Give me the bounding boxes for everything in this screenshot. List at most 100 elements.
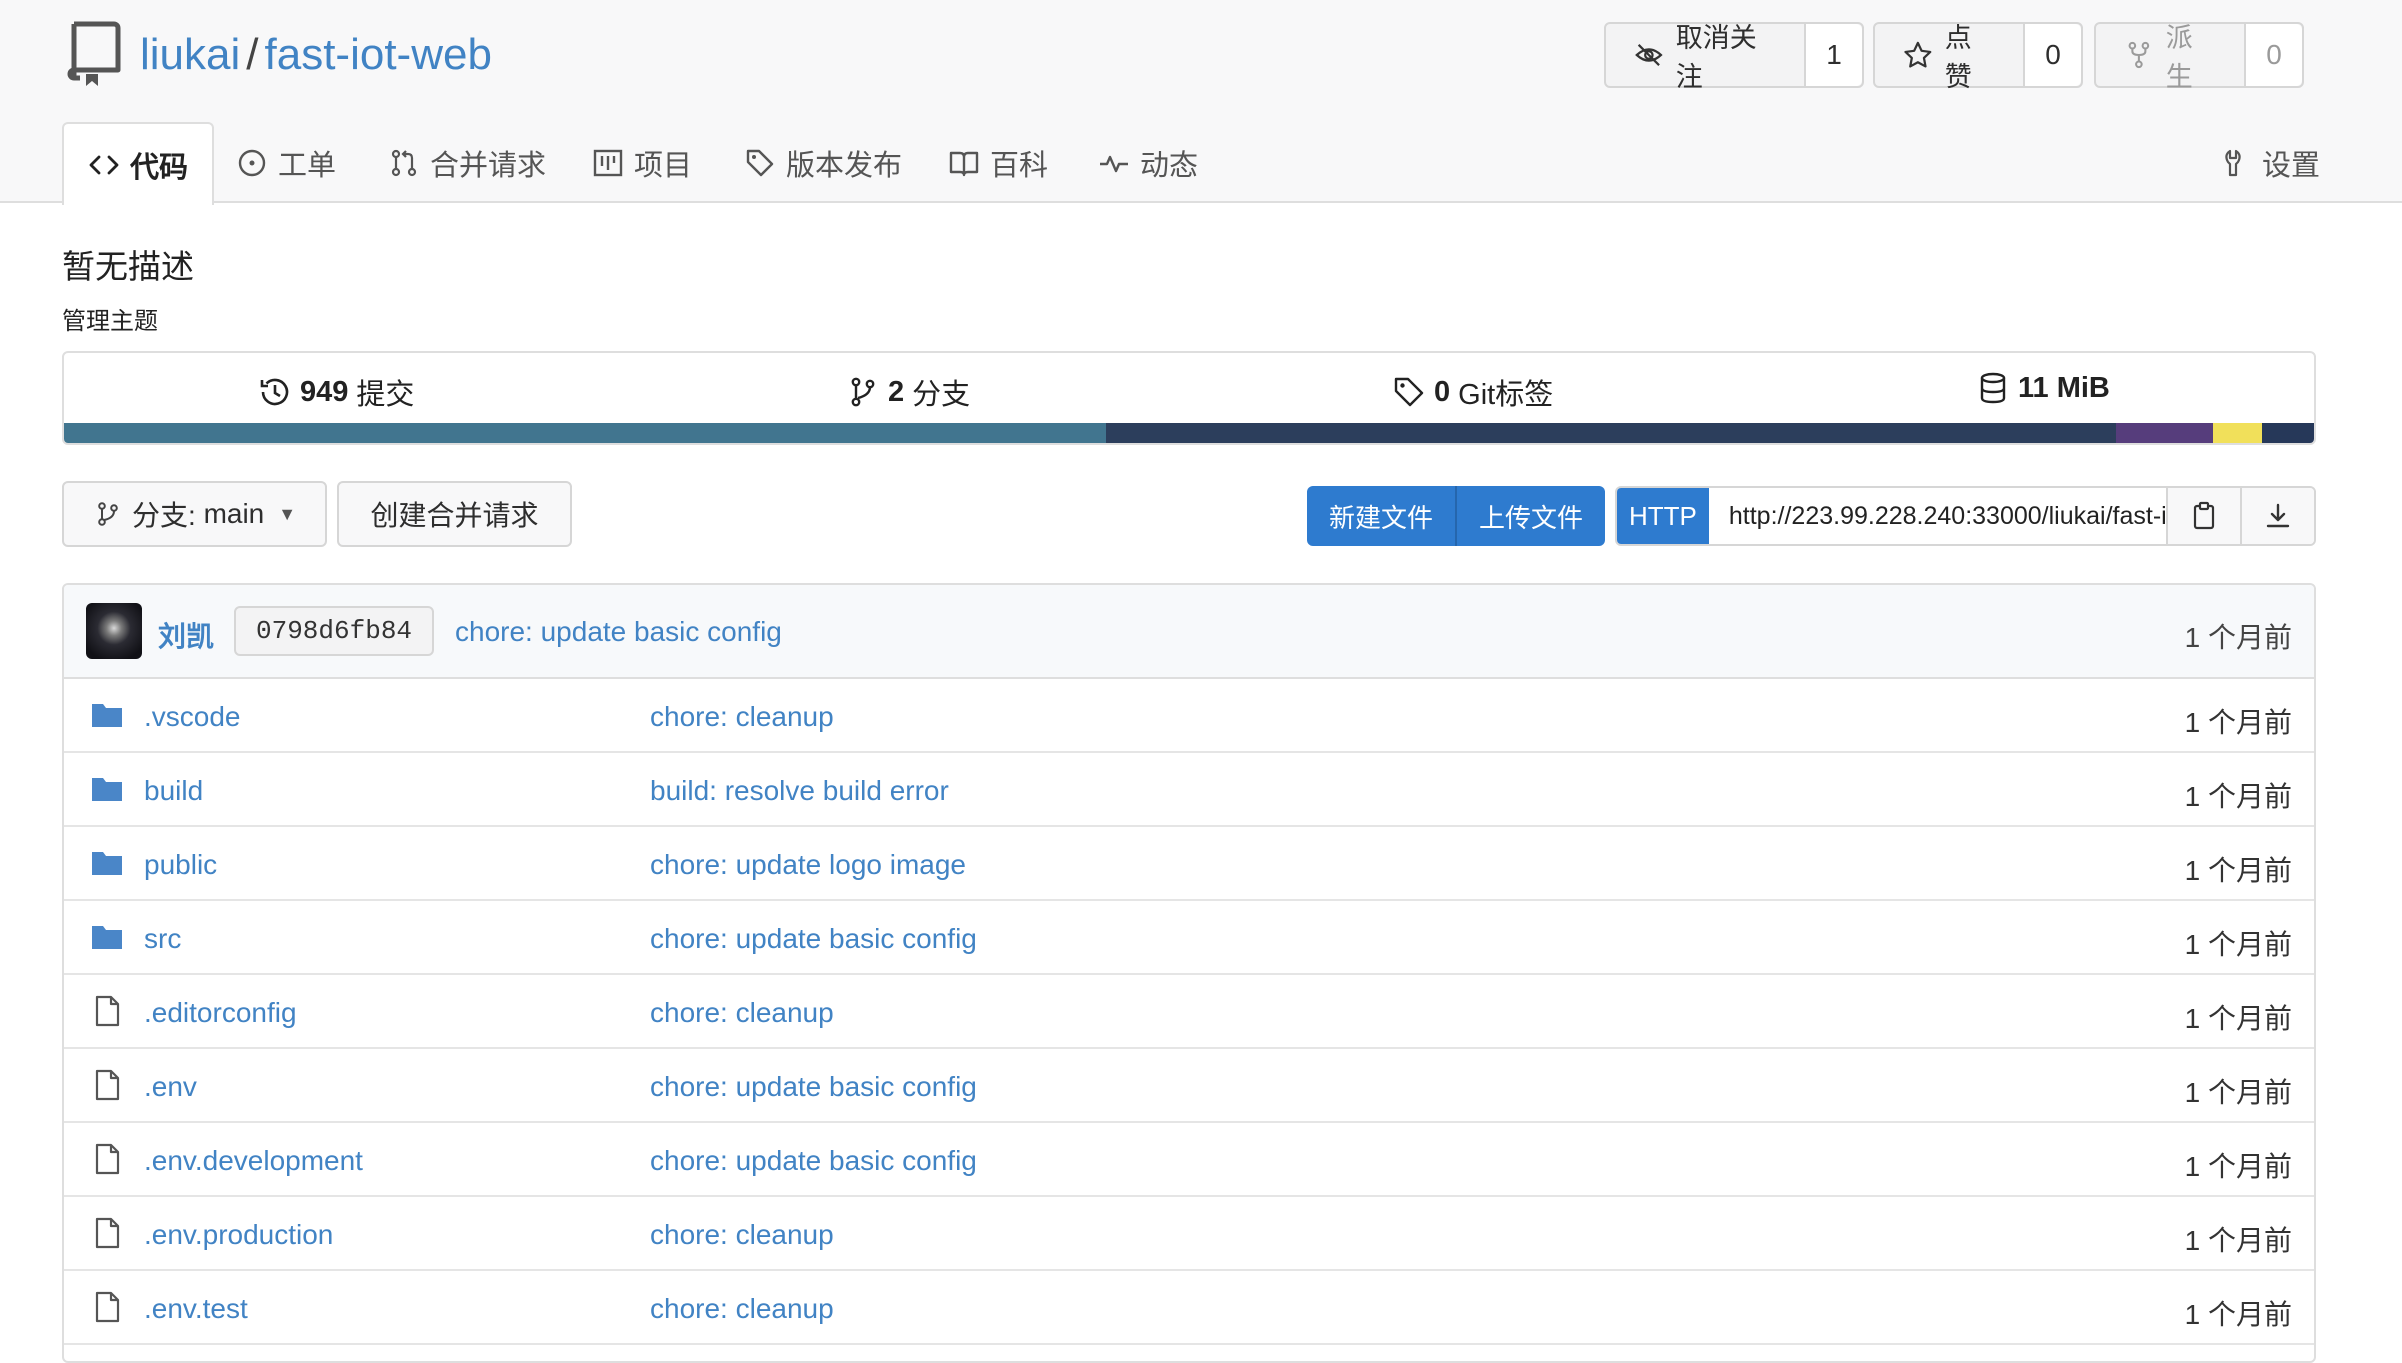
file-name-link[interactable]: .env bbox=[144, 1071, 197, 1103]
clone-url-input[interactable] bbox=[1708, 488, 2166, 544]
repo-name-link[interactable]: fast-iot-web bbox=[265, 30, 492, 79]
branch-prefix: 分支: bbox=[132, 500, 196, 531]
star-count[interactable]: 0 bbox=[2025, 24, 2081, 86]
file-icon bbox=[90, 1216, 124, 1250]
file-commit-message[interactable]: chore: cleanup bbox=[650, 1293, 834, 1325]
download-icon bbox=[2266, 503, 2290, 528]
language-segment bbox=[2212, 423, 2263, 443]
watch-group: 取消关注 1 bbox=[1604, 22, 1864, 92]
table-row: src chore: update basic config 1 个月前 bbox=[64, 901, 2314, 975]
file-commit-time: 1 个月前 bbox=[2184, 1077, 2292, 1108]
repo-size: 11 MiB bbox=[2018, 371, 2110, 404]
table-row: .env.development chore: update basic conf… bbox=[64, 1123, 2314, 1197]
commits-count: 949 bbox=[300, 375, 349, 408]
file-commit-message[interactable]: chore: update logo image bbox=[650, 849, 966, 881]
branches-stat[interactable]: 2 分支 bbox=[846, 371, 970, 413]
clipboard-icon bbox=[2193, 501, 2215, 530]
file-commit-time: 1 个月前 bbox=[2184, 1225, 2292, 1256]
file-commit-message[interactable]: chore: update basic config bbox=[650, 1071, 977, 1103]
project-icon bbox=[593, 149, 623, 176]
new-file-button[interactable]: 新建文件 bbox=[1307, 486, 1455, 546]
tab-issues[interactable]: 工单 bbox=[236, 122, 336, 203]
tab-wiki[interactable]: 百科 bbox=[948, 122, 1048, 203]
folder-icon bbox=[90, 920, 124, 954]
repo-owner-link[interactable]: liukai bbox=[140, 30, 240, 79]
file-commit-message[interactable]: chore: update basic config bbox=[650, 923, 977, 955]
file-commit-message[interactable]: build: resolve build error bbox=[650, 775, 949, 807]
tab-label: 百科 bbox=[990, 149, 1049, 182]
upload-file-button[interactable]: 上传文件 bbox=[1455, 486, 1605, 546]
file-commit-time: 1 个月前 bbox=[2184, 1003, 2292, 1034]
file-commit-time: 1 个月前 bbox=[2184, 707, 2292, 738]
folder-icon bbox=[90, 772, 124, 806]
star-icon bbox=[1904, 41, 1932, 68]
language-bar bbox=[64, 423, 2314, 443]
file-icon bbox=[90, 1142, 124, 1176]
avatar[interactable] bbox=[86, 603, 142, 659]
branch-icon bbox=[851, 377, 875, 407]
file-icon bbox=[90, 1290, 124, 1324]
file-name-link[interactable]: public bbox=[144, 849, 217, 881]
commit-author-link[interactable]: 刘凯 bbox=[158, 615, 214, 655]
tab-label: 动态 bbox=[1140, 149, 1199, 182]
commits-stat[interactable]: 949 提交 bbox=[258, 371, 414, 413]
table-row: .vscode chore: cleanup 1 个月前 bbox=[64, 679, 2314, 753]
tab-label: 项目 bbox=[634, 149, 693, 182]
branches-count: 2 bbox=[888, 375, 905, 408]
unwatch-label: 取消关注 bbox=[1675, 23, 1757, 92]
file-name-link[interactable]: src bbox=[144, 923, 181, 955]
tab-settings[interactable]: 设置 bbox=[2220, 122, 2320, 203]
latest-commit-row: 刘凯 0798d6fb84 chore: update basic config… bbox=[64, 585, 2314, 679]
language-segment bbox=[1105, 423, 2116, 443]
table-row: .env.test chore: cleanup 1 个月前 bbox=[64, 1271, 2314, 1345]
file-name-link[interactable]: .vscode bbox=[144, 701, 241, 733]
table-row: public chore: update logo image 1 个月前 bbox=[64, 827, 2314, 901]
tab-label: 工单 bbox=[278, 149, 337, 182]
file-name-link[interactable]: .env.production bbox=[144, 1219, 333, 1251]
star-button[interactable]: 点赞 bbox=[1875, 23, 2025, 92]
download-button[interactable] bbox=[2240, 488, 2314, 544]
watch-count[interactable]: 1 bbox=[1806, 24, 1862, 86]
tag-icon bbox=[746, 149, 774, 176]
file-commit-time: 1 个月前 bbox=[2184, 855, 2292, 886]
table-row: .env.production chore: cleanup 1 个月前 bbox=[64, 1197, 2314, 1271]
tab-releases[interactable]: 版本发布 bbox=[744, 122, 902, 203]
commit-sha-button[interactable]: 0798d6fb84 bbox=[234, 606, 435, 656]
file-commit-message[interactable]: chore: cleanup bbox=[650, 1219, 834, 1251]
file-commit-time: 1 个月前 bbox=[2184, 1151, 2292, 1182]
unwatch-button[interactable]: 取消关注 bbox=[1606, 23, 1806, 92]
tab-pull-requests[interactable]: 合并请求 bbox=[388, 122, 546, 203]
language-segment bbox=[64, 423, 1106, 443]
clone-protocol-button[interactable]: HTTP bbox=[1617, 488, 1709, 544]
tab-projects[interactable]: 项目 bbox=[592, 122, 692, 203]
file-commit-time: 1 个月前 bbox=[2184, 929, 2292, 960]
file-table: 刘凯 0798d6fb84 chore: update basic config… bbox=[62, 583, 2316, 1363]
code-icon bbox=[89, 155, 119, 174]
fork-count[interactable]: 0 bbox=[2246, 24, 2302, 86]
latest-commit-message[interactable]: chore: update basic config bbox=[455, 616, 782, 648]
star-group: 点赞 0 bbox=[1873, 22, 2083, 92]
tab-label: 代码 bbox=[130, 151, 189, 184]
file-commit-time: 1 个月前 bbox=[2184, 781, 2292, 812]
file-commit-message[interactable]: chore: update basic config bbox=[650, 1145, 977, 1177]
file-commit-message[interactable]: chore: cleanup bbox=[650, 997, 834, 1029]
manage-topics-link[interactable]: 管理主题 bbox=[62, 301, 158, 336]
file-name-link[interactable]: build bbox=[144, 775, 203, 807]
file-name-link[interactable]: .env.development bbox=[144, 1145, 363, 1177]
file-commit-message[interactable]: chore: cleanup bbox=[650, 701, 834, 733]
fork-icon bbox=[2128, 41, 2150, 69]
create-pull-request-button[interactable]: 创建合并请求 bbox=[337, 481, 572, 547]
file-list: .vscode chore: cleanup 1 个月前 build build: re… bbox=[64, 679, 2314, 1345]
tab-code[interactable]: 代码 bbox=[62, 122, 215, 205]
file-name-link[interactable]: .editorconfig bbox=[144, 997, 297, 1029]
fork-button[interactable]: 派生 bbox=[2096, 23, 2246, 92]
book-icon bbox=[949, 151, 979, 176]
branch-dropdown[interactable]: 分支: main ▼ bbox=[62, 481, 327, 547]
language-segment bbox=[2116, 423, 2213, 443]
tags-stat[interactable]: 0 Git标签 bbox=[1392, 371, 1553, 413]
tags-label: Git标签 bbox=[1458, 379, 1554, 411]
tab-activity[interactable]: 动态 bbox=[1098, 122, 1198, 203]
file-icon bbox=[90, 994, 124, 1028]
file-name-link[interactable]: .env.test bbox=[144, 1293, 248, 1325]
copy-url-button[interactable] bbox=[2166, 488, 2240, 544]
